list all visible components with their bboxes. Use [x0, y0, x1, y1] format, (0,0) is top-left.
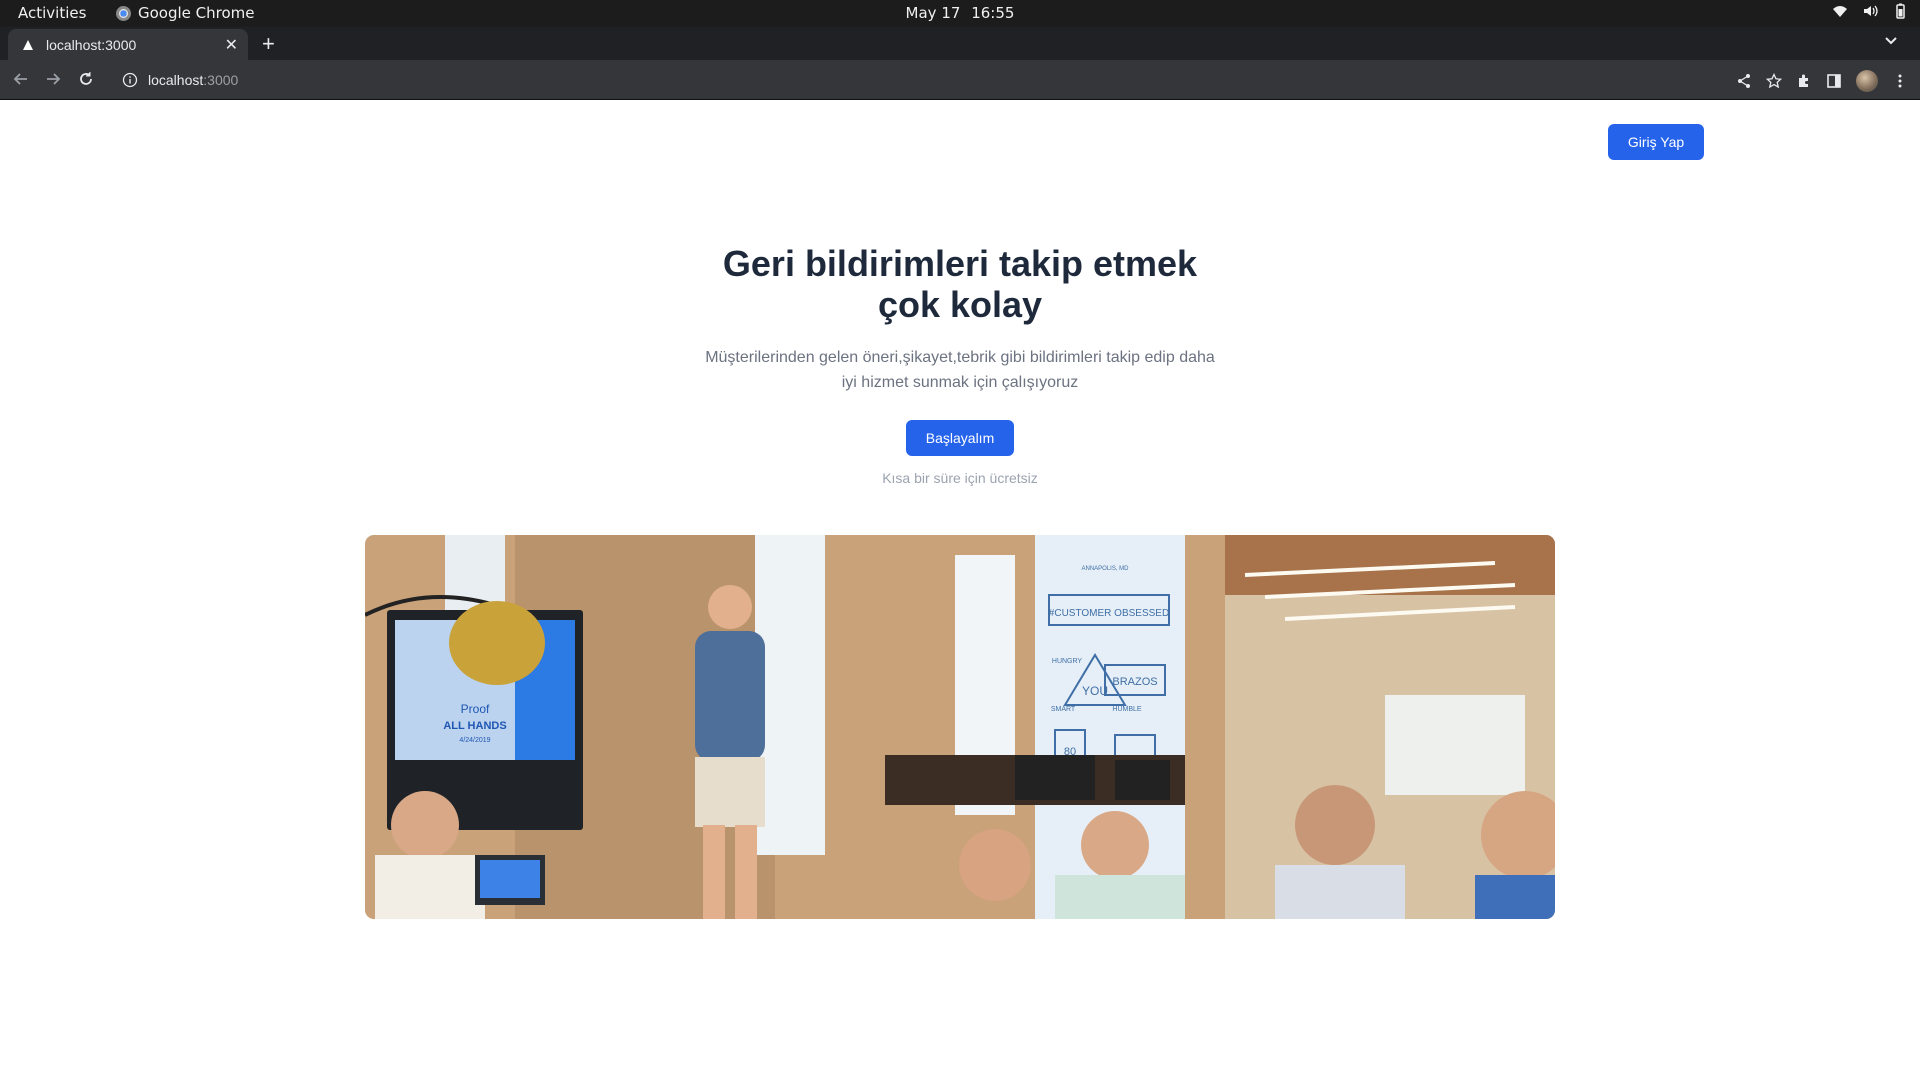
wall-text-customer-obsessed: #CUSTOMER OBSESSED: [1049, 608, 1169, 619]
side-panel-icon[interactable]: [1826, 73, 1842, 89]
extensions-puzzle-icon[interactable]: [1796, 73, 1812, 89]
hero-subtitle: Müşterilerinden gelen öneri,şikayet,tebr…: [705, 349, 1215, 391]
screen-text-all-hands: ALL HANDS: [443, 720, 506, 732]
tab-close-icon[interactable]: ✕: [225, 35, 238, 55]
wifi-icon: [1833, 6, 1847, 17]
wall-text-smart: SMART: [1051, 706, 1076, 713]
wall-text-annapolis: ANNAPOLIS, MD: [1081, 566, 1129, 572]
get-started-button[interactable]: Başlayalım: [906, 420, 1014, 456]
toolbar-actions: [1736, 70, 1908, 92]
wall-text-you: YOU: [1082, 684, 1108, 698]
tab-search-chevron-icon[interactable]: [1884, 34, 1898, 48]
tab-strip: localhost:3000 ✕ +: [0, 27, 1920, 60]
volume-icon: [1864, 5, 1878, 17]
office-meeting-photo: #CUSTOMER OBSESSED BRAZOS HUNGRY YOU SMA…: [365, 535, 1555, 919]
clock-time: 16:55: [971, 4, 1015, 22]
bookmark-star-icon[interactable]: [1766, 73, 1782, 89]
triangle-favicon-icon: [20, 37, 36, 53]
profile-avatar[interactable]: [1856, 70, 1878, 92]
clock-date: May 17: [905, 4, 961, 22]
free-trial-note: Kısa bir süre için ücretsiz: [882, 470, 1038, 486]
back-arrow-icon[interactable]: [12, 70, 30, 88]
forward-arrow-icon[interactable]: [44, 70, 62, 88]
wall-text-brazos: BRAZOS: [1112, 676, 1157, 688]
new-tab-button[interactable]: +: [262, 31, 275, 57]
system-tray[interactable]: [1832, 3, 1908, 19]
clock[interactable]: May 17 16:55: [0, 4, 1920, 22]
hero-section: Geri bildirimleri takip etmek çok kolay …: [0, 243, 1920, 486]
battery-icon: [1896, 3, 1905, 19]
landing-page: Giriş Yap Geri bildirimleri takip etmek …: [0, 101, 1920, 1080]
address-bar[interactable]: localhost:3000: [112, 64, 1712, 96]
browser-toolbar: localhost:3000: [0, 60, 1920, 100]
screen-text-date: 4/24/2019: [459, 737, 490, 744]
share-icon[interactable]: [1736, 73, 1752, 89]
reload-icon[interactable]: [77, 70, 95, 88]
url-port: :3000: [203, 72, 239, 88]
site-info-icon[interactable]: [122, 72, 138, 88]
tab-title: localhost:3000: [46, 36, 137, 53]
kebab-menu-icon[interactable]: [1892, 73, 1908, 89]
screen-text-proof: Proof: [461, 702, 490, 716]
wall-text-humble: HUMBLE: [1112, 706, 1142, 713]
tab-localhost[interactable]: localhost:3000 ✕: [8, 29, 248, 60]
wall-text-hungry: HUNGRY: [1052, 658, 1083, 665]
system-top-bar: Activities Google Chrome May 17 16:55: [0, 0, 1920, 27]
login-button[interactable]: Giriş Yap: [1608, 124, 1704, 160]
hero-headline: Geri bildirimleri takip etmek çok kolay: [722, 243, 1198, 325]
url-host: localhost: [148, 72, 204, 88]
